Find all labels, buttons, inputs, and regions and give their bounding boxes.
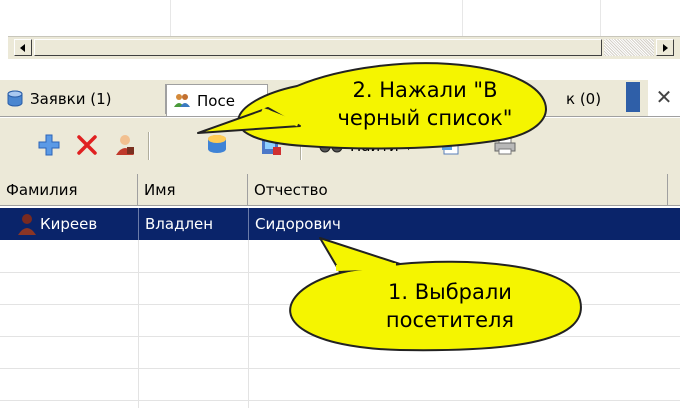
toolbar-separator: [148, 132, 150, 160]
user-icon: [116, 135, 134, 155]
plus-icon: [38, 134, 60, 156]
grid-line: [248, 240, 249, 408]
tab-blacklist[interactable]: к (0): [560, 84, 626, 114]
close-tab-button[interactable]: ✕: [648, 80, 680, 116]
database-icon: [7, 90, 23, 107]
grid-line: [138, 240, 139, 408]
scroll-track[interactable]: [604, 39, 654, 56]
tab-blacklist-label: к (0): [566, 90, 602, 108]
find-label: Найти: [350, 137, 399, 155]
printer-icon: [494, 135, 516, 155]
document-icon: [442, 135, 459, 155]
report-icon: [262, 136, 281, 155]
tab-requests-label: Заявки (1): [30, 90, 112, 108]
grid-line: [0, 400, 680, 401]
cell-patronymic: Сидорович: [248, 208, 668, 240]
report-button[interactable]: [256, 130, 286, 160]
toolbar-separator: [300, 132, 302, 160]
callout-step2-text: 2. Нажали "В черный список": [300, 76, 550, 132]
database-icon: [208, 135, 226, 153]
column-divider: [462, 0, 463, 36]
header-filler: [668, 174, 680, 206]
grid-line: [0, 368, 680, 369]
callout-step1-line2: посетителя: [385, 308, 515, 332]
person-icon: [18, 214, 36, 235]
callout-step1-line1: 1. Выбрали: [388, 280, 512, 304]
find-button[interactable]: Найти ▼: [318, 132, 412, 160]
cell-surname: Киреев: [0, 208, 138, 240]
arrow-left-icon: [20, 44, 25, 52]
tab-requests[interactable]: Заявки (1): [0, 84, 166, 114]
horizontal-scrollbar[interactable]: [8, 36, 680, 59]
column-header-surname[interactable]: Фамилия: [0, 174, 138, 206]
column-divider: [600, 0, 601, 36]
table-row[interactable]: Киреев Владлен Сидорович: [0, 208, 680, 240]
callout-step2-line2: черный список": [337, 106, 513, 130]
binoculars-icon: [319, 141, 343, 153]
add-button[interactable]: [34, 130, 64, 160]
cell-name: Владлен: [138, 208, 248, 240]
grid-remainder: [0, 0, 680, 36]
blacklist-button[interactable]: [110, 130, 140, 160]
tab-visitors[interactable]: Посе: [166, 84, 268, 116]
users-icon: [174, 93, 190, 107]
scroll-right-button[interactable]: [656, 39, 674, 56]
database-button[interactable]: [202, 130, 232, 160]
arrow-right-icon: [663, 44, 668, 52]
surname-text: Киреев: [40, 215, 98, 233]
tab-accent: [626, 82, 640, 112]
export-button[interactable]: [436, 130, 466, 160]
dropdown-arrow-icon: ▼: [404, 140, 413, 152]
scroll-left-button[interactable]: [14, 39, 32, 56]
column-header-name[interactable]: Имя: [138, 174, 248, 206]
scroll-thumb[interactable]: [34, 39, 602, 56]
tab-visitors-label: Посе: [197, 91, 235, 110]
column-divider: [170, 0, 171, 36]
delete-button[interactable]: [72, 130, 102, 160]
grid-line: [0, 336, 680, 337]
grid-line: [0, 272, 680, 273]
print-button[interactable]: [490, 130, 520, 160]
callout-step1-text: 1. Выбрали посетителя: [340, 278, 560, 334]
delete-x-icon: [77, 135, 97, 155]
column-header-patronymic[interactable]: Отчество: [248, 174, 668, 206]
callout-step2-line1: 2. Нажали "В: [352, 78, 498, 102]
